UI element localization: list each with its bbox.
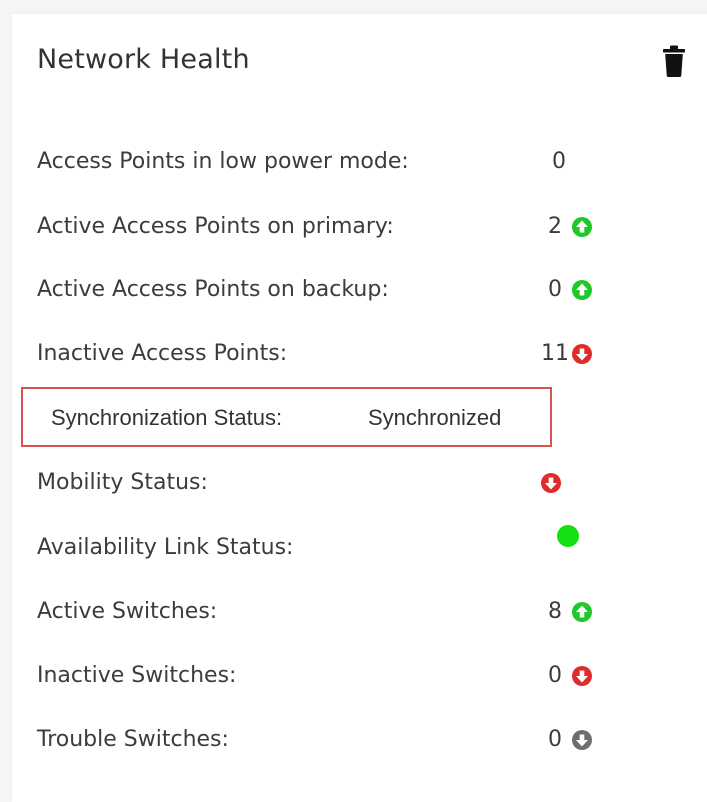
trash-icon[interactable] <box>662 44 686 78</box>
row-inactive-switches: Inactive Switches: 0 <box>37 659 677 693</box>
row-value: 0 <box>548 663 562 688</box>
sync-status-label: Synchronization Status: <box>51 405 283 430</box>
down-arrow-icon <box>572 344 592 364</box>
row-value: 0 <box>552 149 566 174</box>
row-label: Inactive Access Points: <box>37 341 288 366</box>
row-active-aps-primary: Active Access Points on primary: 2 <box>37 210 677 244</box>
up-arrow-icon <box>572 602 592 622</box>
row-low-power-aps: Access Points in low power mode: 0 <box>37 145 677 179</box>
row-label: Mobility Status: <box>37 470 208 495</box>
row-label: Active Switches: <box>37 599 218 624</box>
row-active-aps-backup: Active Access Points on backup: 0 <box>37 273 677 307</box>
row-trouble-switches: Trouble Switches: 0 <box>37 723 677 757</box>
up-arrow-icon <box>572 280 592 300</box>
row-inactive-aps: Inactive Access Points: 11 <box>37 337 677 371</box>
row-label: Trouble Switches: <box>37 727 229 752</box>
network-health-widget: Network Health Access Points in low powe… <box>12 14 707 802</box>
row-active-switches: Active Switches: 8 <box>37 595 677 629</box>
row-label: Availability Link Status: <box>37 535 294 560</box>
down-arrow-icon <box>541 473 561 493</box>
row-label: Active Access Points on backup: <box>37 277 389 302</box>
row-label: Active Access Points on primary: <box>37 214 394 239</box>
green-dot-icon <box>557 525 579 547</box>
row-label: Access Points in low power mode: <box>37 149 409 174</box>
row-availability-link-status: Availability Link Status: <box>37 525 677 565</box>
neutral-down-arrow-icon <box>572 730 592 750</box>
down-arrow-icon <box>572 666 592 686</box>
widget-title: Network Health <box>37 44 250 75</box>
row-value: 11 <box>541 341 569 366</box>
row-value: 8 <box>548 599 562 624</box>
sync-status-highlight: Synchronization Status: Synchronized <box>21 387 552 447</box>
row-value: 2 <box>548 214 562 239</box>
row-value: 0 <box>548 727 562 752</box>
row-value: 0 <box>548 277 562 302</box>
sync-status-value: Synchronized <box>368 405 502 430</box>
row-label: Inactive Switches: <box>37 663 237 688</box>
up-arrow-icon <box>572 217 592 237</box>
row-mobility-status: Mobility Status: <box>37 466 677 500</box>
